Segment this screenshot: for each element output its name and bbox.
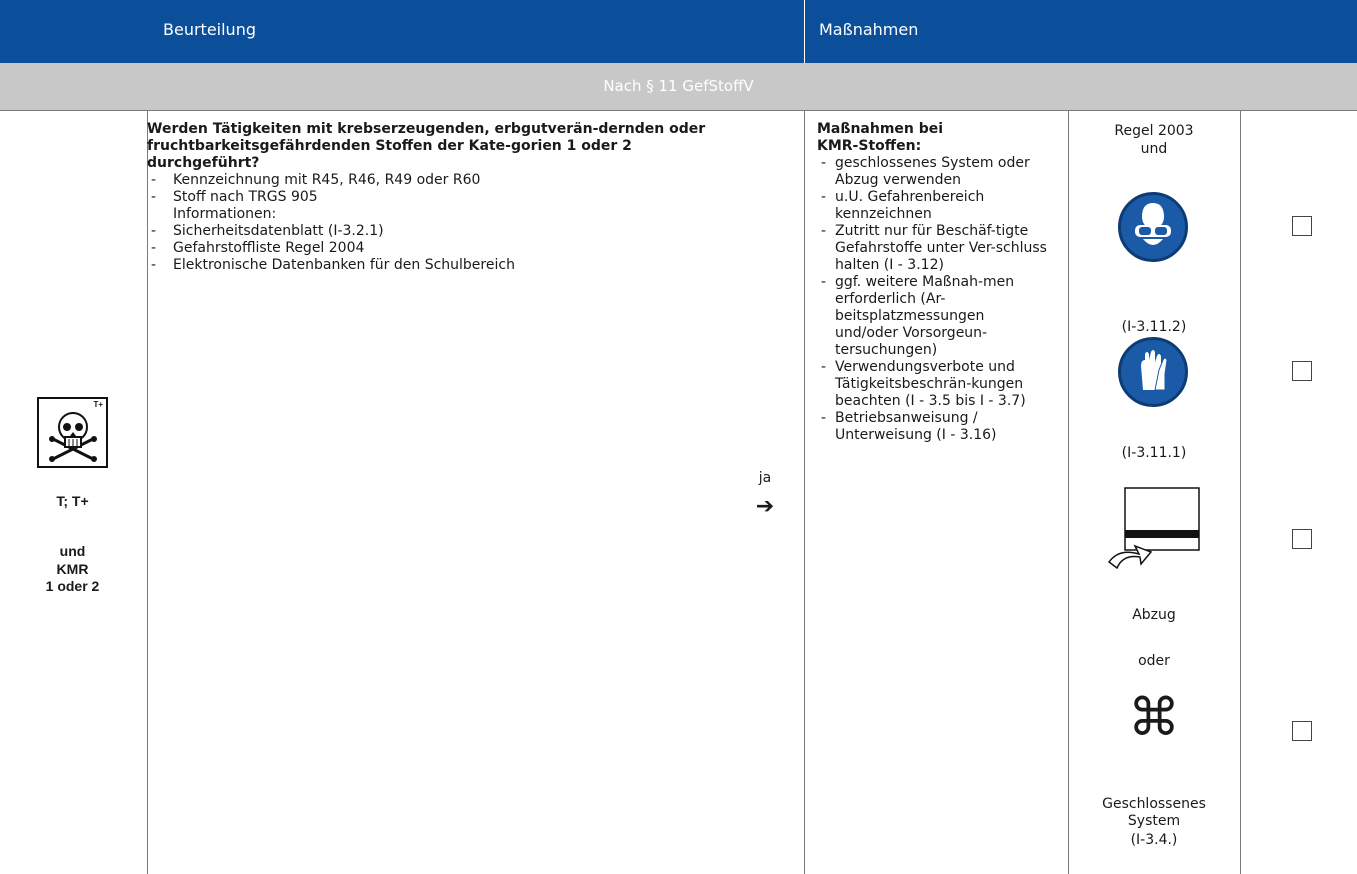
assessment-text: Werden Tätigkeiten mit krebserzeugenden,…: [147, 121, 727, 274]
arrow-right-icon: ➔: [755, 494, 775, 519]
gloves-icon: [1118, 337, 1188, 407]
closed-system-ref: (I-3.4.): [1130, 832, 1178, 848]
or-label: oder: [1138, 653, 1170, 669]
section-title: Nach § 11 GefStoffV: [603, 77, 754, 95]
eye-protection-icon: [1118, 192, 1188, 262]
yes-label: ja: [758, 470, 772, 486]
list-item: Stoff nach TRGS 905: [147, 189, 727, 206]
hazard-code: T+: [93, 400, 103, 409]
goggles-ref: (I-3.11.2): [1121, 319, 1187, 335]
checkbox-hood[interactable]: [1292, 529, 1312, 549]
assessment-question: Werden Tätigkeiten mit krebserzeugenden,…: [147, 121, 706, 171]
list-item: u.U. Gefahrenbereich kennzeichnen: [817, 189, 1050, 223]
measures-title: Maßnahmen bei KMR-Stoffen:: [817, 121, 944, 154]
skull-crossbones-icon: [49, 412, 97, 462]
rule-label: Regel 2003: [1114, 123, 1194, 139]
measures-list: geschlossenes System oder Abzug verwende…: [817, 155, 1049, 444]
section-bar: Nach § 11 GefStoffV: [0, 63, 1357, 110]
list-item: Zutritt nur für Beschäf-tigte: [817, 223, 1050, 240]
checkbox-gloves[interactable]: [1292, 361, 1312, 381]
closed-system-icon: ⌘: [1128, 688, 1180, 748]
table-header: Beurteilung Maßnahmen: [0, 0, 1357, 63]
gloves-ref: (I-3.11.1): [1121, 445, 1187, 461]
class-label: T; T+: [56, 493, 89, 509]
measures-text: Maßnahmen bei KMR-Stoffen: geschlossenes…: [817, 121, 1057, 444]
fume-hood-icon: [1105, 486, 1201, 576]
header-divider: [804, 0, 805, 63]
header-massnahmen: Maßnahmen: [819, 20, 919, 39]
assessment-list: Kennzeichnung mit R45, R46, R49 oder R60…: [147, 172, 727, 274]
list-item: Gefahrstoffliste Regel 2004: [147, 240, 727, 257]
list-item: Elektronische Datenbanken für den Schulb…: [147, 257, 727, 274]
list-item: geschlossenes System oder Abzug verwende…: [817, 155, 1050, 189]
hood-label: Abzug: [1132, 607, 1176, 623]
list-item: Gefahrstoffe unter Ver-schluss halten (I…: [835, 240, 1047, 273]
list-item: Informationen:: [173, 206, 277, 222]
list-item: Verwendungsverbote und Tätigkeitsbeschrä…: [817, 359, 1050, 410]
row-divider: [0, 110, 1357, 111]
header-beurteilung: Beurteilung: [163, 20, 256, 39]
list-item: Sicherheitsdatenblatt (I-3.2.1): [147, 223, 727, 240]
list-item: Kennzeichnung mit R45, R46, R49 oder R60: [147, 172, 727, 189]
list-item: ggf. weitere Maßnah-men erforderlich (Ar…: [817, 274, 1050, 359]
category-label: 1 oder 2: [45, 578, 100, 594]
checkbox-closed-system[interactable]: [1292, 721, 1312, 741]
kmr-label: KMR: [56, 561, 89, 577]
column-divider: [804, 110, 805, 874]
column-divider: [1068, 110, 1069, 874]
checkbox-goggles[interactable]: [1292, 216, 1312, 236]
toxic-hazard-symbol: T+: [37, 397, 108, 468]
closed-system-label: Geschlossenes System: [1102, 796, 1206, 829]
list-item: Betriebsanweisung / Unterweisung (I - 3.…: [817, 410, 1050, 444]
rule-and-label: und: [1140, 141, 1168, 157]
column-divider: [1240, 110, 1241, 874]
and-label: und: [59, 543, 86, 559]
